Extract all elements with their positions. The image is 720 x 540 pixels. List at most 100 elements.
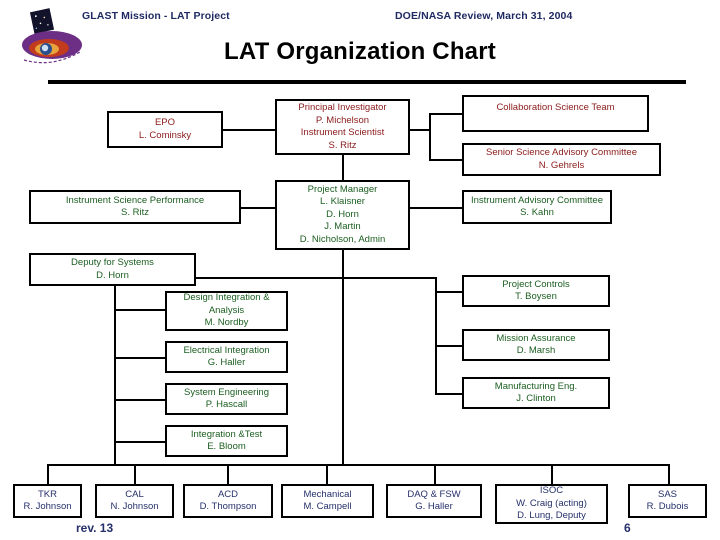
- box-instrument-advisory-committee[interactable]: Instrument Advisory Committee S. Kahn: [462, 190, 612, 224]
- box-cal-line-0: CAL: [125, 488, 144, 500]
- connector-bus-to-collab: [429, 113, 463, 115]
- header-left-label: GLAST Mission - LAT Project: [82, 10, 230, 22]
- connector-drop-cal: [134, 464, 136, 485]
- box-manufacturing-line-1: J. Clinton: [516, 393, 556, 404]
- connector-pm-to-deputy: [196, 277, 344, 279]
- box-manufacturing-engineering[interactable]: Manufacturing Eng. J. Clinton: [462, 377, 610, 409]
- box-pm-line-2: D. Horn: [326, 208, 359, 220]
- box-daq-fsw[interactable]: DAQ & FSW G. Haller: [386, 484, 482, 518]
- connector-deputy-to-inttest: [114, 441, 166, 443]
- box-inttest-line-0: Integration &Test: [190, 428, 263, 440]
- box-isp-line-0: Instrument Science Performance: [65, 194, 205, 206]
- box-isp-line-1: S. Ritz: [121, 207, 149, 218]
- box-iac-line-0: Instrument Advisory Committee: [471, 194, 603, 206]
- connector-right-services-bus: [435, 277, 437, 393]
- box-epo-line-1: L. Cominsky: [138, 129, 192, 141]
- box-integration-and-test[interactable]: Integration &Test E. Bloom: [165, 425, 288, 457]
- box-sas-line-0: SAS: [657, 488, 677, 500]
- box-pm-line-0: Project Manager: [307, 183, 378, 195]
- box-tkr[interactable]: TKR R. Johnson: [13, 484, 82, 518]
- box-iac-line-1: S. Kahn: [520, 207, 554, 218]
- box-mechanical[interactable]: Mechanical M. Campell: [281, 484, 374, 518]
- box-tkr-line-0: TKR: [38, 488, 57, 500]
- box-pi-line-3: S. Ritz: [328, 139, 357, 151]
- box-design-line-2: M. Nordby: [204, 317, 249, 329]
- connector-pm-to-iac: [409, 207, 463, 209]
- box-pm-line-4: D. Nicholson, Admin: [299, 233, 386, 245]
- header-right-label: DOE/NASA Review, March 31, 2004: [395, 10, 573, 22]
- box-deputy-for-systems[interactable]: Deputy for Systems D. Horn: [29, 253, 196, 286]
- connector-drop-daqfsw: [434, 464, 436, 485]
- connector-drop-tkr: [47, 464, 49, 485]
- box-sas[interactable]: SAS R. Dubois: [628, 484, 707, 518]
- connector-deputy-to-sysengr: [114, 399, 166, 401]
- box-isoc-line-2: D. Lung, Deputy: [517, 510, 586, 522]
- box-acd-line-1: D. Thompson: [199, 501, 257, 512]
- box-electrical-integration[interactable]: Electrical Integration G. Haller: [165, 341, 288, 373]
- box-epo[interactable]: EPO L. Cominsky: [107, 111, 223, 148]
- box-collab-line-0: Collaboration Science Team: [496, 102, 615, 113]
- box-design-integration-analysis[interactable]: Design Integration & Analysis M. Nordby: [165, 291, 288, 331]
- box-pm-line-1: L. Klaisner: [320, 196, 365, 208]
- box-ssac-line-1: N. Gehrels: [538, 159, 585, 171]
- box-system-engineering[interactable]: System Engineering P. Hascall: [165, 383, 288, 415]
- connector-subsystem-bus: [47, 464, 670, 466]
- box-acd-line-0: ACD: [217, 488, 239, 500]
- box-mechanical-line-0: Mechanical: [303, 488, 352, 500]
- box-senior-science-advisory-committee[interactable]: Senior Science Advisory Committee N. Geh…: [462, 143, 661, 176]
- box-isoc[interactable]: ISOC W. Craig (acting) D. Lung, Deputy: [495, 484, 608, 524]
- box-epo-line-0: EPO: [154, 117, 176, 128]
- connector-deputy-to-electrical: [114, 357, 166, 359]
- connector-isp-to-pm: [241, 207, 275, 209]
- box-inttest-line-1: E. Bloom: [207, 441, 246, 452]
- box-pi-line-1: P. Michelson: [315, 114, 370, 126]
- box-cal-line-1: N. Johnson: [110, 501, 159, 512]
- box-mechanical-line-1: M. Campell: [303, 501, 352, 512]
- box-project-controls[interactable]: Project Controls T. Boysen: [462, 275, 610, 307]
- connector-bus-to-controls: [435, 291, 463, 293]
- connector-drop-isoc: [551, 464, 553, 485]
- box-acd[interactable]: ACD D. Thompson: [183, 484, 273, 518]
- box-electrical-line-0: Electrical Integration: [183, 344, 270, 356]
- box-pi-line-0: Principal Investigator: [298, 102, 387, 113]
- box-sas-line-1: R. Dubois: [646, 501, 689, 512]
- box-pi-line-2: Instrument Scientist: [300, 127, 385, 138]
- slide-canvas: GLAST Mission - LAT Project DOE/NASA Rev…: [0, 0, 720, 540]
- box-principal-investigator[interactable]: Principal Investigator P. Michelson Inst…: [275, 99, 410, 155]
- box-project-manager[interactable]: Project Manager L. Klaisner D. Horn J. M…: [275, 180, 410, 250]
- connector-pm-down: [342, 249, 344, 465]
- box-electrical-line-1: G. Haller: [207, 357, 246, 368]
- box-cal[interactable]: CAL N. Johnson: [95, 484, 174, 518]
- box-daqfsw-line-1: G. Haller: [415, 501, 453, 512]
- connector-bus-to-manufacturing: [435, 393, 463, 395]
- connector-drop-sas: [668, 464, 670, 485]
- connector-bus-to-ssac: [429, 159, 463, 161]
- connector-bus-to-assurance: [435, 345, 463, 347]
- box-sysengr-line-1: P. Hascall: [205, 399, 248, 410]
- box-instrument-science-performance[interactable]: Instrument Science Performance S. Ritz: [29, 190, 241, 224]
- box-daqfsw-line-0: DAQ & FSW: [407, 488, 461, 500]
- connector-advisory-bus: [429, 113, 431, 161]
- box-deputy-line-0: Deputy for Systems: [71, 257, 154, 268]
- box-controls-line-1: T. Boysen: [515, 291, 557, 302]
- box-mission-assurance[interactable]: Mission Assurance D. Marsh: [462, 329, 610, 361]
- connector-drop-mechanical: [326, 464, 328, 485]
- box-design-line-1: Analysis: [208, 304, 245, 316]
- title-divider: [48, 80, 686, 84]
- box-isoc-line-1: W. Craig (acting): [516, 497, 587, 509]
- connector-deputy-to-design: [114, 309, 166, 311]
- box-collaboration-science-team[interactable]: Collaboration Science Team: [462, 95, 649, 132]
- box-assurance-line-0: Mission Assurance: [496, 332, 576, 344]
- box-pm-line-3: J. Martin: [324, 221, 361, 233]
- box-tkr-line-1: R. Johnson: [23, 501, 72, 512]
- box-design-line-0: Design Integration &: [183, 292, 270, 304]
- box-sysengr-line-0: System Engineering: [183, 386, 270, 398]
- box-assurance-line-1: D. Marsh: [516, 345, 556, 356]
- box-controls-line-0: Project Controls: [502, 278, 570, 290]
- box-deputy-line-1: D. Horn: [96, 269, 129, 281]
- page-number-label: 6: [624, 521, 631, 535]
- connector-pm-to-right-bus: [342, 277, 437, 279]
- connector-epo-to-pi: [223, 129, 275, 131]
- connector-pi-right-stub: [409, 129, 431, 131]
- box-manufacturing-line-0: Manufacturing Eng.: [494, 380, 578, 392]
